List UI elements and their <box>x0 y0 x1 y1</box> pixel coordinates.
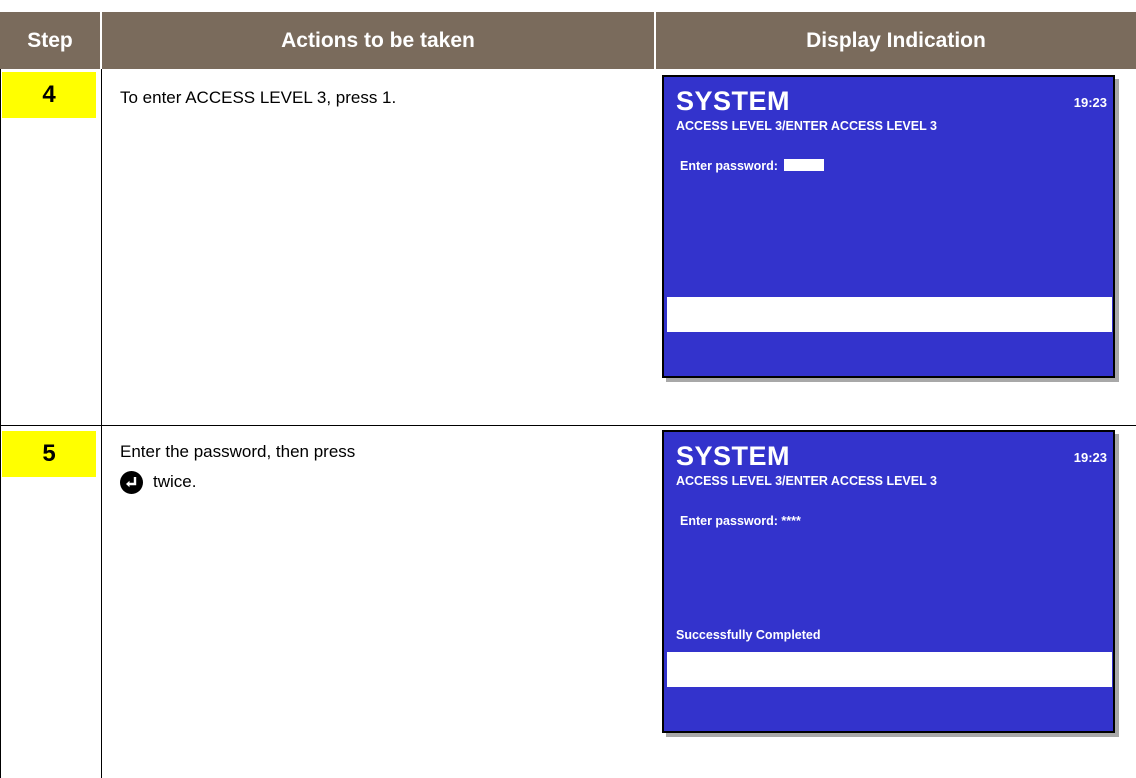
password-prompt: Enter password: **** <box>680 514 801 528</box>
status-bar <box>667 297 1112 332</box>
step-number: 5 <box>2 431 96 477</box>
action-text-line: Enter the password, then press <box>120 442 356 461</box>
display-screen: SYSTEM 19:23 ACCESS LEVEL 3/ENTER ACCESS… <box>662 430 1115 733</box>
password-label: Enter password: <box>680 159 778 173</box>
action-text-twice: twice. <box>153 472 197 491</box>
header-step: Step <box>0 12 101 69</box>
action-text: To enter ACCESS LEVEL 3, press 1. <box>120 86 396 110</box>
header-actions: Actions to be taken <box>102 12 655 69</box>
divider-left <box>0 69 1 778</box>
enter-key-icon <box>120 471 143 495</box>
step-number: 4 <box>2 72 96 118</box>
action-text-line: To enter ACCESS LEVEL 3, press 1. <box>120 88 397 107</box>
action-text: Enter the password, then press twice. <box>120 440 356 495</box>
header-display: Display Indication <box>656 12 1136 69</box>
screen-time: 19:23 <box>1073 450 1107 465</box>
screen-title: SYSTEM <box>676 441 791 471</box>
procedure-table: Step Actions to be taken Display Indicat… <box>0 0 1136 778</box>
password-prompt: Enter password: <box>680 158 825 173</box>
screen-time: 19:23 <box>1073 95 1107 110</box>
divider-step-actions <box>101 69 102 778</box>
password-label: Enter password: <box>680 514 778 528</box>
status-message: Successfully Completed <box>676 628 821 642</box>
screen-path: ACCESS LEVEL 3/ENTER ACCESS LEVEL 3 <box>676 474 937 488</box>
row-divider <box>0 425 1136 426</box>
password-input[interactable] <box>784 158 825 171</box>
status-bar <box>667 652 1112 687</box>
password-value: **** <box>781 514 801 528</box>
action-text-line-2: twice. <box>120 470 355 495</box>
screen-path: ACCESS LEVEL 3/ENTER ACCESS LEVEL 3 <box>676 119 937 133</box>
screen-title: SYSTEM <box>676 86 791 116</box>
display-screen: SYSTEM 19:23 ACCESS LEVEL 3/ENTER ACCESS… <box>662 75 1115 378</box>
